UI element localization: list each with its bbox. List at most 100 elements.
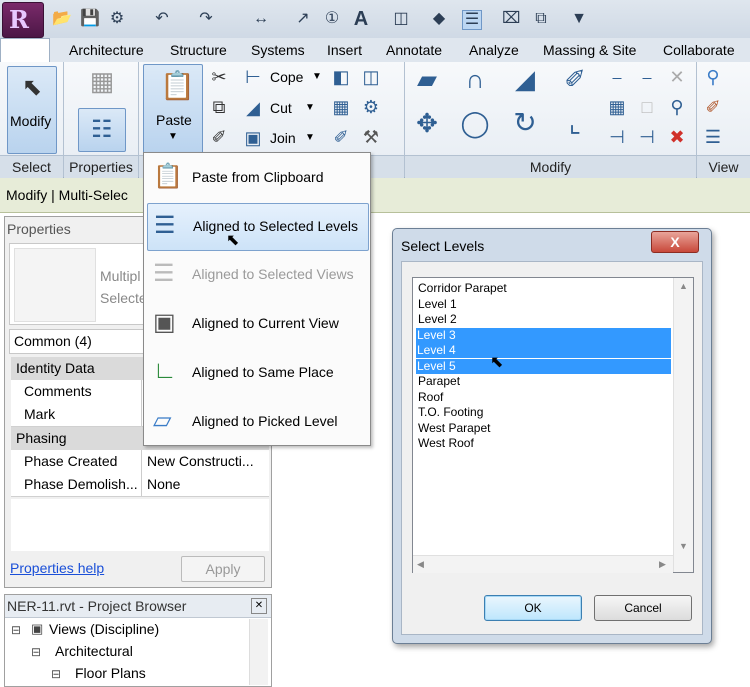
copy-element-icon[interactable]: ◯ [460, 110, 490, 142]
copy-icon[interactable]: ⧉ [208, 96, 230, 118]
wall-joins-icon[interactable]: ▦ [330, 96, 352, 118]
section-icon[interactable]: ◆ [430, 10, 448, 28]
list-item-selected[interactable]: Level 3 [416, 327, 671, 343]
cut-dropdown-icon[interactable]: ▼ [305, 102, 315, 113]
menu-item-aligned-same-place[interactable]: ∟ Aligned to Same Place [147, 350, 367, 396]
tree-item-views[interactable]: Views (Discipline) [49, 621, 159, 637]
text-icon[interactable]: A [352, 9, 370, 29]
tree-item-floor-plans[interactable]: Floor Plans [75, 665, 146, 681]
align-icon[interactable]: ▰ [412, 66, 442, 98]
scroll-down-icon[interactable]: ▼ [679, 541, 688, 551]
collapse-icon[interactable]: ⊟ [11, 623, 21, 637]
thin-lines-icon[interactable]: ☰ [462, 10, 482, 30]
close-hidden-icon[interactable]: ⌧ [502, 10, 520, 28]
redo-icon[interactable]: ↷ [197, 10, 215, 28]
close-icon[interactable]: ✕ [251, 598, 267, 614]
menu-item-aligned-picked-level[interactable]: ▱ Aligned to Picked Level [147, 399, 367, 445]
join-dropdown-icon[interactable]: ▼ [305, 132, 315, 143]
tab-insert[interactable]: Insert [327, 42, 362, 58]
list-item[interactable]: T.O. Footing [417, 405, 673, 420]
panel-modify-label[interactable]: Modify [405, 155, 696, 178]
list-item-selected[interactable]: Level 4 [416, 343, 671, 358]
collapse-icon[interactable]: ⊟ [31, 645, 41, 659]
tree-item-architectural[interactable]: Architectural [55, 643, 133, 659]
browser-scrollbar[interactable] [249, 619, 268, 685]
cancel-button[interactable]: Cancel [594, 595, 692, 621]
horizontal-scrollbar[interactable]: ◀ ▶ [413, 555, 673, 573]
list-item[interactable]: West Roof [417, 436, 673, 451]
phase-demolished-value[interactable]: None [147, 476, 180, 492]
ok-button[interactable]: OK [484, 595, 582, 621]
row-phase-demolished[interactable]: Phase Demolish... None [11, 473, 269, 497]
apply-button[interactable]: Apply [181, 556, 265, 582]
hammer-icon[interactable]: ⚒ [360, 126, 382, 148]
menu-item-aligned-selected-views[interactable]: ☰ Aligned to Selected Views [147, 252, 367, 298]
menu-item-aligned-current-view[interactable]: ▣ Aligned to Current View [147, 301, 367, 347]
3d-view-icon[interactable]: ◫ [392, 10, 410, 28]
tab-collaborate[interactable]: Collaborate [663, 42, 735, 58]
paint-icon[interactable]: ◫ [360, 66, 382, 88]
array-icon[interactable]: ▦ [606, 96, 628, 118]
cope-dropdown-icon[interactable]: ▼ [312, 71, 322, 82]
mirror-pick-axis-icon[interactable]: ◢ [510, 66, 540, 98]
customize-qat-icon[interactable]: ▼ [570, 10, 588, 28]
unpin-icon[interactable]: ✕ [666, 66, 688, 88]
lightbulb-icon[interactable]: ⚲ [702, 66, 724, 88]
tab-massing-site[interactable]: Massing & Site [543, 42, 636, 58]
tag-icon[interactable]: ① [323, 10, 341, 28]
collapse-icon[interactable]: ⊟ [51, 667, 61, 681]
list-item[interactable]: Corridor Parapet [417, 281, 673, 296]
scroll-left-icon[interactable]: ◀ [417, 559, 424, 570]
menu-item-paste-clipboard[interactable]: 📋 Paste from Clipboard [147, 155, 367, 201]
properties-button[interactable]: ☷ [78, 108, 126, 152]
save-icon[interactable]: 💾 [80, 10, 100, 28]
application-menu-button[interactable]: R [2, 2, 44, 38]
undo-icon[interactable]: ↶ [153, 10, 171, 28]
list-item[interactable]: Roof [417, 390, 673, 405]
list-item[interactable]: Parapet [417, 374, 673, 389]
tab-systems[interactable]: Systems [251, 42, 305, 58]
mirror-draw-axis-icon[interactable]: ✐ [560, 66, 590, 98]
dimension-icon[interactable]: ↗ [294, 10, 312, 28]
switch-windows-icon[interactable]: ⧉ [532, 10, 550, 28]
cope-label[interactable]: Cope [270, 69, 303, 85]
move-icon[interactable]: ✥ [412, 110, 442, 142]
tab-structure[interactable]: Structure [170, 42, 227, 58]
open-icon[interactable]: 📂 [52, 10, 72, 28]
trim-extend-icon[interactable]: ⌞ [560, 110, 590, 142]
match-properties-icon[interactable]: ✐ [208, 126, 230, 148]
scale-icon[interactable]: □ [636, 96, 658, 118]
trim-multiple-icon[interactable]: ⊣ [636, 126, 658, 148]
panel-view-label[interactable]: View [697, 155, 750, 178]
tab-architecture[interactable]: Architecture [69, 42, 144, 58]
measure-icon[interactable]: ↔ [252, 10, 270, 28]
paste-button[interactable]: 📋 Paste ▼ [143, 64, 203, 154]
scroll-up-icon[interactable]: ▲ [679, 281, 688, 291]
rotate-icon[interactable]: ↻ [510, 109, 540, 142]
linework-icon[interactable]: ☰ [702, 126, 724, 148]
delete-icon[interactable]: ✖ [666, 126, 688, 148]
sync-icon[interactable]: ⚙ [108, 10, 126, 28]
tab-annotate[interactable]: Annotate [386, 42, 442, 58]
list-item[interactable]: West Parapet [417, 421, 673, 436]
pin-icon[interactable]: ⚲ [666, 96, 688, 118]
join-label[interactable]: Join [270, 130, 296, 146]
levels-listbox[interactable]: Corridor Parapet Level 1 Level 2 Level 3… [412, 277, 694, 573]
offset-icon[interactable]: ∩ [460, 66, 490, 98]
panel-select-label[interactable]: Select [0, 155, 63, 178]
row-phase-created[interactable]: Phase Created New Constructi... [11, 450, 269, 474]
modify-button[interactable]: ⬉ Modify [7, 66, 57, 154]
list-item-selected[interactable]: Level 5 [416, 358, 671, 374]
cut-scissors-icon[interactable]: ✂ [208, 66, 230, 88]
trim-single-icon[interactable]: ⊣ [606, 126, 628, 148]
tab-modify-active[interactable] [0, 38, 50, 63]
phase-created-value[interactable]: New Constructi... [147, 453, 254, 469]
list-item[interactable]: Level 1 [417, 297, 673, 312]
cut-label[interactable]: Cut [270, 100, 292, 116]
properties-help-link[interactable]: Properties help [10, 560, 104, 576]
menu-item-aligned-selected-levels[interactable]: ☰ Aligned to Selected Levels ⬉ [147, 203, 369, 251]
split-gap-icon[interactable]: ⎯ [636, 66, 658, 88]
tab-analyze[interactable]: Analyze [469, 42, 519, 58]
vertical-scrollbar[interactable]: ▲ ▼ [673, 278, 693, 572]
list-item[interactable]: Level 2 [417, 312, 673, 327]
